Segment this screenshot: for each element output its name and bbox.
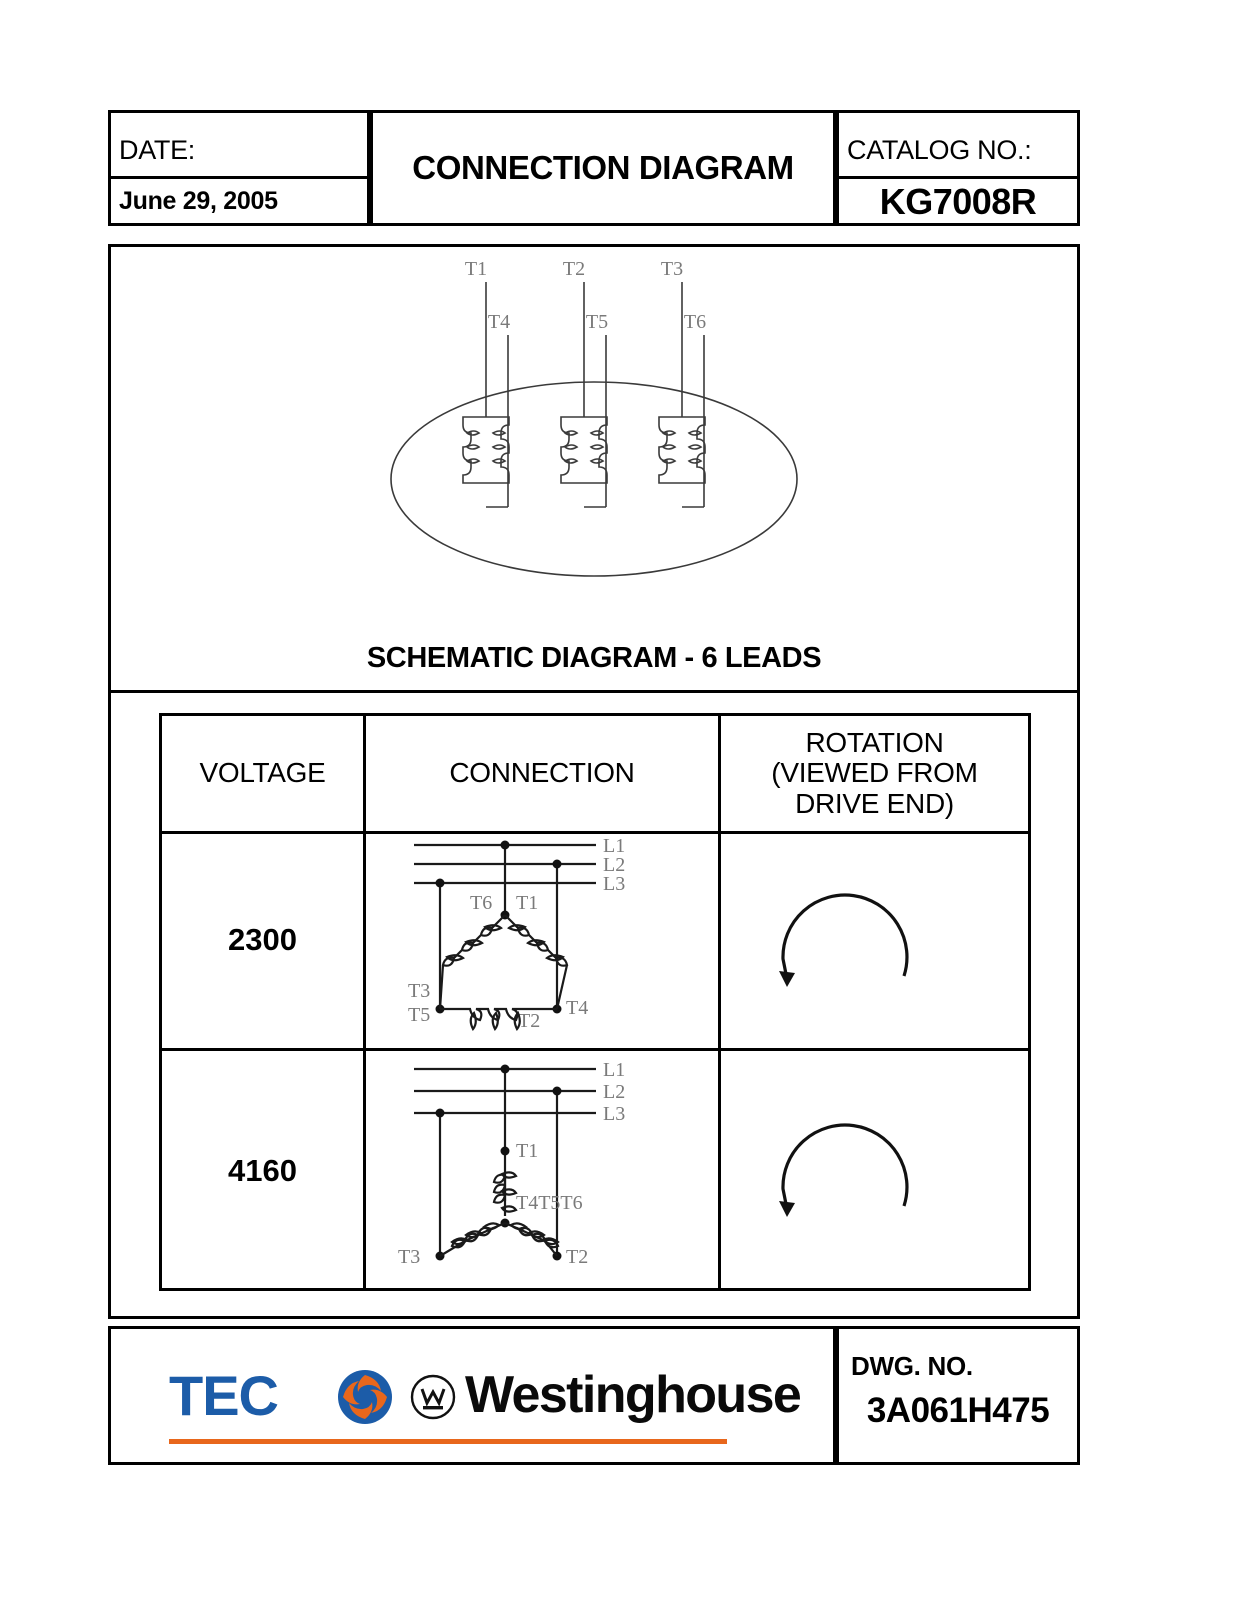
lead-label-t6: T6 (684, 311, 706, 333)
connection-diagram-delta: L1 L2 L3 T6 T1 T3 T5 T4 T2 (366, 831, 718, 1048)
schematic-section: T1 T4 T2 T5 T3 T6 SCHEMATIC DIAGRAM - 6 … (111, 247, 1077, 687)
connection-header: CONNECTION (449, 757, 635, 789)
table-row-divider-1 (162, 831, 1028, 834)
line-label-l3: L3 (603, 1103, 625, 1125)
westinghouse-circle-w-icon (410, 1374, 456, 1420)
terminal-label-t1: T1 (516, 1140, 538, 1162)
rotation-header-line1: ROTATION (805, 727, 944, 759)
teco-swirl-icon (338, 1370, 392, 1424)
connection-diagram-wye: L1 L2 L3 T1 T4T5T6 T3 T2 (366, 1051, 718, 1291)
connection-column: CONNECTION L1 L2 L3 T6 T1 T3 T5 T4 T2 L1… (366, 716, 721, 1288)
rotation-arrow-4160 (721, 1051, 1028, 1291)
voltage-value-2300: 2300 (228, 921, 297, 957)
wye-connection-svg: L1 L2 L3 T1 T4T5T6 T3 T2 (398, 1059, 625, 1268)
motor-enclosure-ellipse (390, 381, 798, 577)
dwg-value: 3A061H475 (866, 1391, 1050, 1430)
ccw-rotation-arrow-svg (779, 1123, 909, 1217)
lead-label-t2: T2 (563, 258, 585, 280)
ccw-rotation-arrow-svg (779, 893, 909, 987)
dwg-label: DWG. NO. (851, 1351, 973, 1381)
teco-westinghouse-logo: TEC Westinghouse (169, 1355, 802, 1447)
date-label: DATE: (119, 135, 196, 165)
catalog-divider (839, 176, 1077, 179)
lead-label-t3: T3 (661, 258, 683, 280)
voltage-column: VOLTAGE 2300 4160 (162, 716, 366, 1288)
terminal-label-t4: T4 (566, 997, 588, 1019)
terminal-label-t1: T1 (516, 892, 538, 914)
terminal-label-t2: T2 (518, 1010, 540, 1032)
logo-underline (169, 1439, 727, 1444)
voltage-header: VOLTAGE (199, 757, 326, 789)
rotation-column: ROTATION (VIEWED FROM DRIVE END) (721, 716, 1028, 1288)
date-cell: DATE: June 29, 2005 (108, 110, 370, 226)
brand-logo-cell: TEC Westinghouse (108, 1326, 836, 1465)
terminal-label-t5: T5 (408, 1004, 430, 1026)
lead-label-t5: T5 (586, 311, 608, 333)
date-divider (111, 176, 367, 179)
connection-table: VOLTAGE 2300 4160 CONNECTION L1 L2 L3 T6… (159, 713, 1031, 1291)
title-block: DATE: June 29, 2005 CONNECTION DIAGRAM C… (108, 110, 1080, 226)
body-frame: T1 T4 T2 T5 T3 T6 SCHEMATIC DIAGRAM - 6 … (108, 244, 1080, 1319)
terminal-label-t2: T2 (566, 1246, 588, 1268)
line-label-l2: L2 (603, 1081, 625, 1103)
voltage-value-4160: 4160 (228, 1153, 297, 1188)
schematic-divider (111, 690, 1077, 693)
diagram-title-cell: CONNECTION DIAGRAM (370, 110, 836, 226)
delta-connection-svg: L1 L2 L3 T6 T1 T3 T5 T4 T2 (408, 835, 625, 1032)
rotation-arrow-2300 (721, 831, 1028, 1048)
catalog-label: CATALOG NO.: (847, 135, 1032, 165)
line-label-l1: L1 (603, 1059, 625, 1081)
rotation-header: ROTATION (VIEWED FROM DRIVE END) (721, 716, 1028, 831)
terminal-label-t3: T3 (398, 1246, 420, 1268)
winding-group-1: T1 T4 (462, 258, 510, 508)
date-value: June 29, 2005 (119, 187, 278, 215)
table-row-divider-2 (162, 1048, 1028, 1051)
westinghouse-wordmark: Westinghouse (465, 1366, 802, 1424)
terminal-label-t3: T3 (408, 980, 430, 1002)
page-title: CONNECTION DIAGRAM (412, 149, 794, 186)
footer-block: TEC Westinghouse DWG. NO. 3A061H475 (108, 1326, 1080, 1465)
schematic-6-leads-svg: T1 T4 T2 T5 T3 T6 (390, 258, 798, 577)
schematic-caption: SCHEMATIC DIAGRAM - 6 LEADS (366, 642, 822, 674)
line-label-l3: L3 (603, 873, 625, 895)
catalog-value: KG7008R (879, 181, 1037, 222)
rotation-header-line3: DRIVE END) (795, 787, 954, 819)
catalog-cell: CATALOG NO.: KG7008R (836, 110, 1080, 226)
drawing-sheet: DATE: June 29, 2005 CONNECTION DIAGRAM C… (108, 110, 1080, 1465)
teco-wordmark: TEC (169, 1364, 279, 1427)
rotation-header-line2: (VIEWED FROM (771, 757, 978, 789)
lead-label-t4: T4 (488, 311, 510, 333)
terminal-label-t4t5t6: T4T5T6 (516, 1192, 583, 1214)
terminal-label-t6: T6 (470, 892, 492, 914)
winding-group-3: T3 T6 (658, 258, 706, 508)
lead-label-t1: T1 (465, 258, 487, 280)
dwg-number-cell: DWG. NO. 3A061H475 (836, 1326, 1080, 1465)
